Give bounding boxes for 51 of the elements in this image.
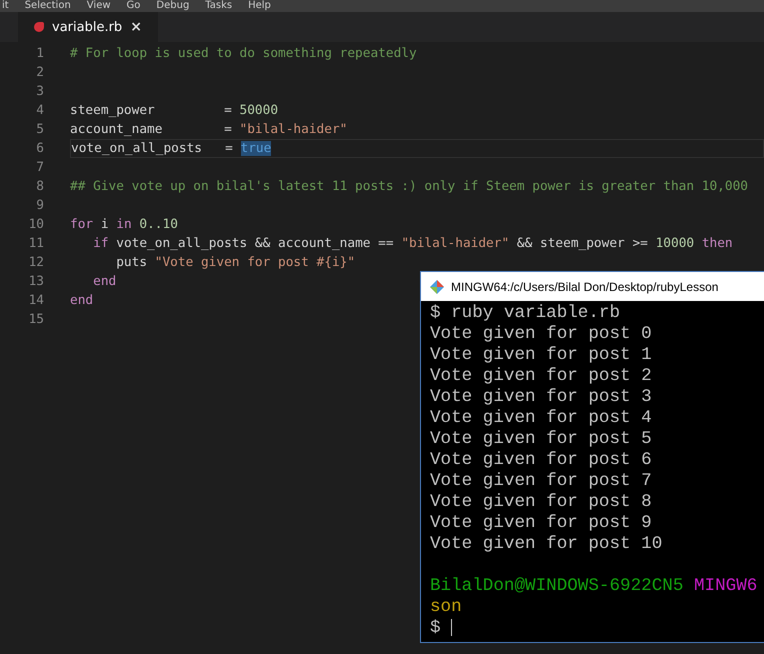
terminal-line: $ ruby variable.rb bbox=[430, 303, 620, 323]
terminal-line: Vote given for post 8 bbox=[430, 492, 652, 512]
menu-item[interactable]: Tasks bbox=[205, 0, 232, 12]
menu-item[interactable]: it bbox=[2, 0, 9, 12]
terminal-line: Vote given for post 6 bbox=[430, 450, 652, 470]
menu-item[interactable]: Debug bbox=[156, 0, 190, 12]
code-line: steem_power = 50000 bbox=[70, 102, 278, 120]
ruby-file-icon bbox=[34, 22, 44, 32]
editor-tab[interactable]: variable.rb × bbox=[18, 12, 158, 42]
terminal-line: BilalDon@WINDOWS-6922CN5 MINGW6 bbox=[430, 576, 758, 596]
line-number: 14 bbox=[28, 293, 45, 308]
line-number: 12 bbox=[28, 255, 45, 270]
line-number: 15 bbox=[28, 312, 45, 327]
terminal-line: $ bbox=[430, 618, 452, 638]
line-number: 8 bbox=[35, 179, 45, 194]
diamond-icon bbox=[429, 278, 445, 294]
line-number: 10 bbox=[28, 217, 45, 232]
terminal-line: Vote given for post 3 bbox=[430, 387, 652, 407]
terminal-line: Vote given for post 7 bbox=[430, 471, 652, 491]
code-line: ## Give vote up on bilal's latest 11 posts :) only if Steem power is greater than 10,000 bbox=[70, 178, 748, 196]
terminal-line: Vote given for post 1 bbox=[430, 345, 652, 365]
code-line: for i in 0..10 bbox=[70, 216, 178, 234]
line-number: 6 bbox=[35, 141, 45, 156]
menu-item[interactable]: Selection bbox=[24, 0, 71, 12]
line-number: 2 bbox=[35, 65, 45, 80]
code-line: end bbox=[92, 273, 116, 291]
code-line: if vote_on_all_posts && account_name == "bilal-haider" && steem_power >= 10000 then bbox=[92, 235, 733, 253]
terminal-line: Vote given for post 4 bbox=[430, 408, 652, 428]
terminal-line: Vote given for post 9 bbox=[430, 513, 652, 533]
menu-item[interactable]: Go bbox=[126, 0, 140, 12]
code-line: puts "Vote given for post #{i}" bbox=[115, 254, 356, 272]
terminal-line: Vote given for post 5 bbox=[430, 429, 652, 449]
menu-item[interactable]: Help bbox=[248, 0, 271, 12]
code-line: # For loop is used to do something repeatedly bbox=[70, 45, 417, 63]
menu-item[interactable]: View bbox=[86, 0, 111, 12]
terminal-line: Vote given for post 10 bbox=[430, 534, 662, 554]
line-number: 13 bbox=[28, 274, 45, 289]
terminal-line: Vote given for post 0 bbox=[430, 324, 652, 344]
line-number: 5 bbox=[35, 122, 45, 137]
code-line: end bbox=[70, 292, 94, 310]
line-number: 1 bbox=[35, 46, 45, 61]
line-number: 11 bbox=[28, 236, 45, 251]
terminal-title: MINGW64:/c/Users/Bilal Don/Desktop/rubyLesson bbox=[451, 280, 718, 294]
terminal-line: son bbox=[430, 597, 462, 617]
line-number: 7 bbox=[35, 160, 45, 175]
code-line: account_name = "bilal-haider" bbox=[70, 121, 348, 139]
close-icon[interactable]: × bbox=[130, 19, 142, 35]
line-number: 3 bbox=[35, 84, 45, 99]
terminal-line: Vote given for post 2 bbox=[430, 366, 652, 386]
line-number: 4 bbox=[35, 103, 45, 118]
line-number: 9 bbox=[35, 198, 45, 213]
